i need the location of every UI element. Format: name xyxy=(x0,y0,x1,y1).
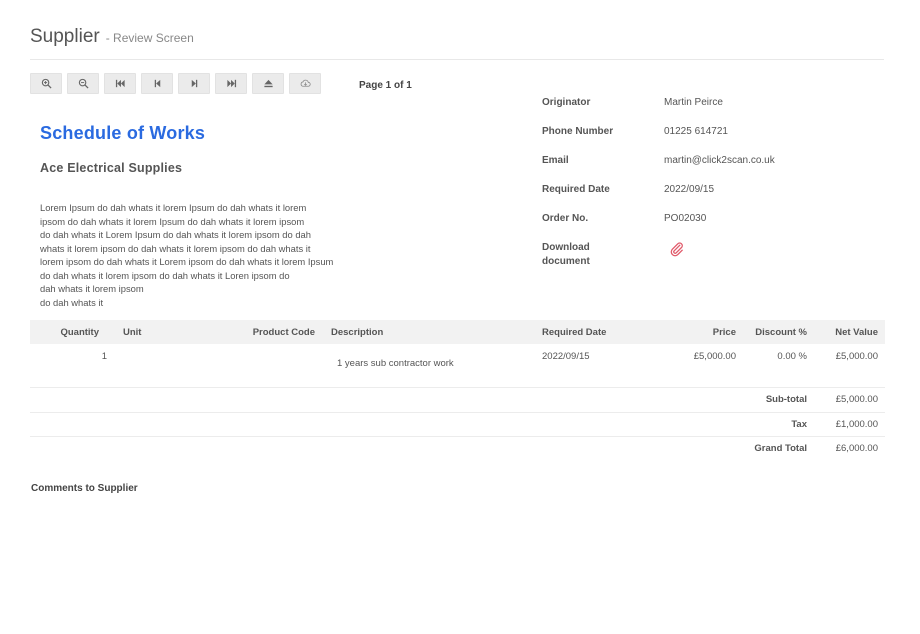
zoom-in-icon xyxy=(41,78,52,89)
order-no-value: PO02030 xyxy=(664,213,707,224)
body-line: dah whats it lorem ipsom xyxy=(40,283,144,294)
zoom-out-icon xyxy=(78,78,89,89)
order-info: Originator Martin Peirce Phone Number 01… xyxy=(542,96,862,284)
body-line: ipsom do dah whats it lorem Ipsum do dah… xyxy=(40,215,305,227)
email-label: Email xyxy=(542,155,569,166)
table-row: 1 1 years sub contractor work 2022/09/15… xyxy=(30,344,885,388)
body-line: do dah whats it Lorem Ipsum do dah whats… xyxy=(40,229,311,240)
document-body-text: Lorem Ipsum do dah whats it lorem Ipsum … xyxy=(40,201,370,309)
info-row-download: Download document xyxy=(542,241,862,269)
phone-value: 01225 614721 xyxy=(664,126,728,137)
tax-row: Tax £1,000.00 xyxy=(30,413,885,437)
zoom-out-button[interactable] xyxy=(67,73,99,94)
info-row-order-no: Order No. PO02030 xyxy=(542,212,862,226)
originator-value: Martin Peirce xyxy=(664,97,723,108)
col-header-discount: Discount % xyxy=(755,327,807,338)
cloud-download-button[interactable] xyxy=(289,73,321,94)
first-page-button[interactable] xyxy=(104,73,136,94)
download-label-line1: Download xyxy=(542,242,590,253)
first-page-icon xyxy=(115,79,125,88)
cell-quantity: 1 xyxy=(101,351,107,362)
viewer-toolbar xyxy=(30,73,321,94)
paperclip-icon xyxy=(670,242,683,257)
next-page-button[interactable] xyxy=(178,73,210,94)
required-date-value: 2022/09/15 xyxy=(664,184,715,195)
page-title: Supplier xyxy=(30,26,100,47)
page-subtitle: - Review Screen xyxy=(105,31,194,45)
subtotal-label: Sub-total xyxy=(765,394,807,405)
eject-icon xyxy=(263,79,273,88)
body-line: Lorem Ipsum do dah whats it lorem Ipsum … xyxy=(40,202,307,213)
body-line: whats it lorem ipsom do dah whats it lor… xyxy=(40,242,311,254)
order-no-label: Order No. xyxy=(542,213,589,224)
email-value: martin@click2scan.co.uk xyxy=(664,155,775,166)
line-items-table: Quantity Unit Product Code Description R… xyxy=(30,320,885,388)
col-header-required-date: Required Date xyxy=(542,327,607,338)
supplier-name: Ace Electrical Supplies xyxy=(40,161,183,175)
document-title: Schedule of Works xyxy=(40,123,206,143)
col-header-price: Price xyxy=(712,327,736,338)
phone-label: Phone Number xyxy=(542,126,614,137)
download-document-link[interactable] xyxy=(664,241,685,269)
prev-page-icon xyxy=(154,79,160,88)
info-row-required-date: Required Date 2022/09/15 xyxy=(542,183,862,197)
info-row-originator: Originator Martin Peirce xyxy=(542,96,862,110)
eject-button[interactable] xyxy=(252,73,284,94)
prev-page-button[interactable] xyxy=(141,73,173,94)
info-row-email: Email martin@click2scan.co.uk xyxy=(542,154,862,168)
col-header-net-value: Net Value xyxy=(835,327,878,338)
totals-section: Sub-total £5,000.00 Tax £1,000.00 Grand … xyxy=(30,388,885,462)
originator-label: Originator xyxy=(542,97,591,108)
grand-total-row: Grand Total £6,000.00 xyxy=(30,437,885,462)
download-label: Download document xyxy=(542,241,664,269)
col-header-quantity: Quantity xyxy=(60,327,99,338)
subtotal-row: Sub-total £5,000.00 xyxy=(30,388,885,413)
subtotal-value: £5,000.00 xyxy=(835,394,878,405)
tax-value: £1,000.00 xyxy=(835,418,878,430)
info-row-phone: Phone Number 01225 614721 xyxy=(542,125,862,139)
body-line: do dah whats it xyxy=(40,296,104,308)
col-header-product-code: Product Code xyxy=(252,327,315,338)
body-line: lorem ipsom do dah whats it Lorem ipsom … xyxy=(40,256,334,267)
cell-description: 1 years sub contractor work xyxy=(337,358,454,369)
grand-total-label: Grand Total xyxy=(754,443,807,454)
cloud-download-icon xyxy=(300,79,311,87)
cell-discount: 0.00 % xyxy=(777,351,807,362)
body-line: do dah whats it lorem ipsom do dah whats… xyxy=(40,269,290,281)
zoom-in-button[interactable] xyxy=(30,73,62,94)
page-header: Supplier - Review Screen xyxy=(30,26,194,48)
cell-net-value: £5,000.00 xyxy=(835,351,878,362)
col-header-description: Description xyxy=(331,327,384,338)
tax-label: Tax xyxy=(791,418,807,430)
required-date-label: Required Date xyxy=(542,184,610,195)
cell-price: £5,000.00 xyxy=(693,351,736,362)
table-header-row: Quantity Unit Product Code Description R… xyxy=(30,320,885,344)
comments-label: Comments to Supplier xyxy=(31,483,138,494)
page-indicator: Page 1 of 1 xyxy=(359,80,412,91)
download-label-line2: document xyxy=(542,256,590,267)
grand-total-value: £6,000.00 xyxy=(835,443,878,454)
last-page-button[interactable] xyxy=(215,73,247,94)
last-page-icon xyxy=(226,79,236,88)
cell-required-date: 2022/09/15 xyxy=(542,351,590,362)
col-header-unit: Unit xyxy=(123,327,142,338)
next-page-icon xyxy=(191,79,197,88)
header-divider xyxy=(30,59,884,60)
